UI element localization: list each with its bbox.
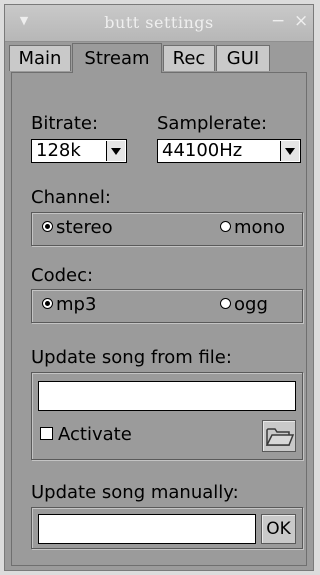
update-manually-label: Update song manually: (31, 482, 239, 503)
update-manually-group: OK (31, 507, 303, 549)
bitrate-select[interactable]: 128k (31, 139, 127, 163)
codec-ogg-label: ogg (234, 294, 268, 315)
chevron-down-icon[interactable] (280, 141, 299, 161)
codec-mp3-radio[interactable]: mp3 (42, 294, 96, 315)
folder-icon (265, 428, 295, 446)
update-from-file-group: Activate (31, 372, 303, 460)
channel-label: Channel: (31, 187, 111, 208)
tab-main[interactable]: Main (9, 45, 71, 71)
tab-gui[interactable]: GUI (216, 45, 270, 71)
samplerate-label: Samplerate: (157, 113, 268, 134)
channel-group: stereo mono (31, 212, 303, 246)
tab-stream[interactable]: Stream (72, 43, 162, 73)
tab-bar: Main Stream Rec GUI (5, 43, 313, 73)
close-icon[interactable]: × (294, 12, 308, 30)
bitrate-label: Bitrate: (31, 113, 99, 134)
channel-stereo-radio[interactable]: stereo (42, 217, 113, 238)
settings-window: ▼ butt settings − × Main Stream Rec GUI … (4, 4, 314, 571)
channel-stereo-label: stereo (56, 217, 113, 238)
title-bar[interactable]: ▼ butt settings − × (5, 5, 313, 42)
codec-group: mp3 ogg (31, 289, 303, 323)
channel-mono-label: mono (234, 217, 285, 238)
tab-rec[interactable]: Rec (163, 45, 215, 71)
activate-label: Activate (58, 424, 132, 445)
activate-checkbox[interactable]: Activate (40, 424, 132, 445)
codec-ogg-radio[interactable]: ogg (220, 294, 268, 315)
bitrate-value: 128k (36, 140, 81, 161)
chevron-down-icon[interactable] (106, 141, 125, 161)
song-title-input[interactable] (38, 514, 256, 544)
minimize-icon[interactable]: − (271, 12, 285, 30)
browse-file-button[interactable] (262, 420, 296, 452)
song-file-path-input[interactable] (38, 381, 296, 411)
window-title: butt settings (104, 13, 214, 32)
codec-label: Codec: (31, 265, 94, 286)
radio-selected-icon (42, 220, 53, 232)
samplerate-select[interactable]: 44100Hz (157, 139, 301, 163)
samplerate-value: 44100Hz (162, 140, 243, 161)
codec-mp3-label: mp3 (56, 294, 97, 315)
channel-mono-radio[interactable]: mono (220, 217, 285, 238)
radio-unselected-icon (220, 220, 231, 232)
update-from-file-label: Update song from file: (31, 347, 232, 368)
stream-panel: Bitrate: 128k Samplerate: 44100Hz Channe… (11, 72, 307, 566)
radio-selected-icon (42, 297, 53, 309)
radio-unselected-icon (220, 297, 231, 309)
checkbox-unchecked-icon (40, 426, 53, 440)
ok-button[interactable]: OK (261, 514, 296, 544)
